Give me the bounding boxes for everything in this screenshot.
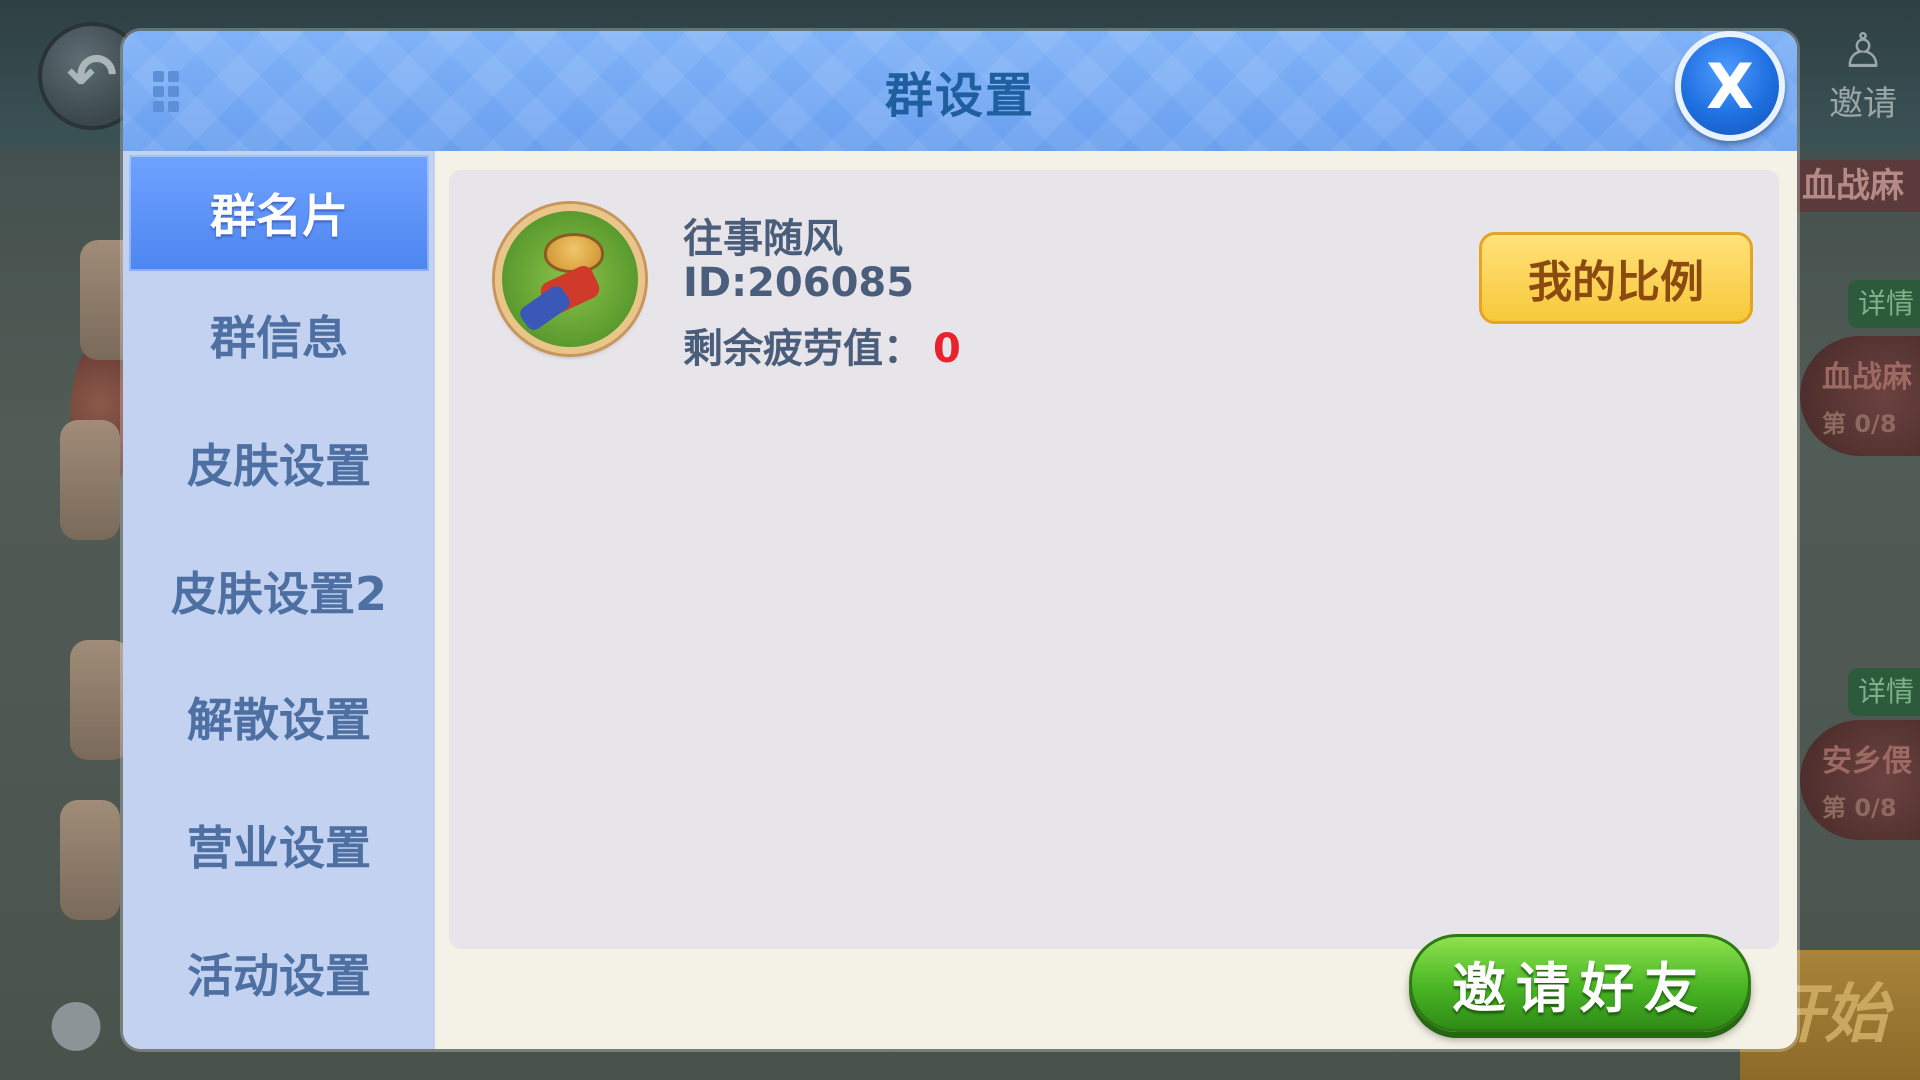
background-room-seats: 第 0/8 bbox=[1822, 410, 1897, 438]
background-room-name: 安乡偎 bbox=[1822, 744, 1912, 779]
background-game-label: 血战麻 bbox=[1790, 160, 1920, 212]
background-invite-button[interactable]: ♙ 邀请 bbox=[1818, 26, 1908, 126]
invite-friends-button[interactable]: 邀请好友 bbox=[1409, 934, 1751, 1032]
sidebar-item-label: 营业设置 bbox=[187, 821, 371, 875]
group-settings-dialog: 群设置 X 群名片 群信息 皮肤设置 皮肤设置2 解散设置 营业设置 活动设置 … bbox=[123, 31, 1797, 1049]
sidebar-item-label: 皮肤设置2 bbox=[170, 567, 387, 621]
background-chair bbox=[60, 800, 120, 920]
background-chair bbox=[70, 640, 130, 760]
user-name: 往事随风 bbox=[683, 216, 843, 262]
background-detail-button[interactable]: 详情 bbox=[1848, 280, 1920, 328]
dialog-header: 群设置 bbox=[123, 31, 1797, 151]
background-detail-button[interactable]: 详情 bbox=[1848, 668, 1920, 716]
sidebar-item-activity-settings[interactable]: 活动设置 bbox=[129, 915, 429, 1031]
sidebar-item-skin-settings[interactable]: 皮肤设置 bbox=[129, 405, 429, 521]
settings-sidebar: 群名片 群信息 皮肤设置 皮肤设置2 解散设置 营业设置 活动设置 bbox=[123, 151, 435, 1049]
sidebar-item-label: 活动设置 bbox=[187, 949, 371, 1003]
game-screen: ↶ ♙ 邀请 血战麻 详情 血战麻 第 0/8 详情 安乡偎 第 0/8 开始 … bbox=[0, 0, 1920, 1080]
sidebar-item-label: 群信息 bbox=[210, 311, 348, 365]
background-chair bbox=[60, 420, 120, 540]
add-user-icon: ♙ bbox=[1841, 23, 1885, 79]
user-id: ID:206085 bbox=[683, 260, 915, 306]
sidebar-item-dissolve-settings[interactable]: 解散设置 bbox=[129, 659, 429, 775]
background-room-card[interactable]: 血战麻 第 0/8 bbox=[1800, 336, 1920, 456]
sidebar-item-group-card[interactable]: 群名片 bbox=[129, 155, 429, 271]
background-room-card[interactable]: 安乡偎 第 0/8 bbox=[1800, 720, 1920, 840]
my-ratio-button[interactable]: 我的比例 bbox=[1479, 232, 1753, 324]
sidebar-item-business-settings[interactable]: 营业设置 bbox=[129, 787, 429, 903]
sidebar-item-label: 解散设置 bbox=[187, 693, 371, 747]
sidebar-item-group-info[interactable]: 群信息 bbox=[129, 277, 429, 393]
background-invite-label: 邀请 bbox=[1829, 84, 1897, 124]
background-room-seats: 第 0/8 bbox=[1822, 794, 1897, 822]
sidebar-item-label: 皮肤设置 bbox=[187, 439, 371, 493]
fatigue-row: 剩余疲劳值： 0 bbox=[683, 316, 961, 374]
close-icon: X bbox=[1706, 49, 1754, 123]
background-room-name: 血战麻 bbox=[1822, 360, 1912, 395]
close-button[interactable]: X bbox=[1675, 31, 1785, 141]
avatar bbox=[495, 204, 645, 354]
fatigue-value: 0 bbox=[933, 326, 961, 372]
member-avatar-icon[interactable]: ● bbox=[36, 982, 116, 1062]
grid-menu-icon bbox=[153, 71, 179, 112]
fatigue-label: 剩余疲劳值： bbox=[683, 326, 923, 372]
sidebar-item-skin-settings-2[interactable]: 皮肤设置2 bbox=[129, 533, 429, 649]
group-card-panel: 往事随风 ID:206085 剩余疲劳值： 0 我的比例 bbox=[449, 170, 1779, 949]
sidebar-item-label: 群名片 bbox=[210, 189, 348, 243]
straw-hat-icon bbox=[544, 233, 604, 273]
dialog-title: 群设置 bbox=[884, 68, 1035, 124]
